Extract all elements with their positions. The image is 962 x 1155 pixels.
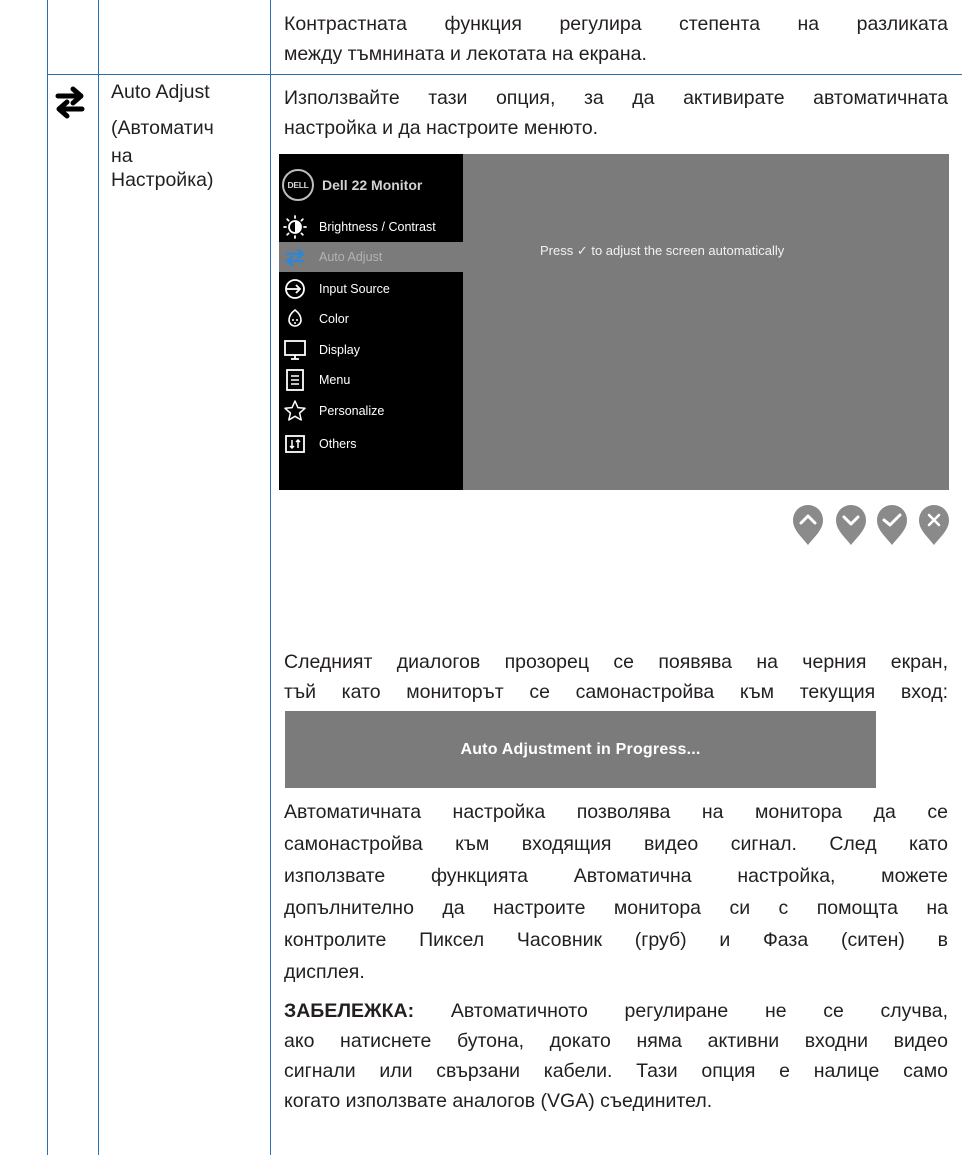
feature-name-auto-adjust: Auto Adjust (Автоматич на Настройка) (111, 77, 251, 195)
contrast-description-line-1: Контрастната функция регулира степента н… (284, 13, 948, 35)
osd-item-label: Color (319, 312, 349, 326)
feature-name-line: Auto Adjust (111, 81, 210, 103)
display-icon (284, 340, 306, 360)
body-line: самонастройва към входящия видео сигнал.… (284, 833, 948, 855)
menu-icon (286, 369, 304, 391)
osd-item-label: Input Source (319, 282, 390, 296)
dialog-intro-line-1: Следният диалогов прозорец се появява на… (284, 651, 948, 673)
note-line: сигнали или свързани кабели. Тази опция … (284, 1060, 948, 1082)
osd-item-input-source[interactable]: Input Source (279, 274, 463, 304)
osd-item-color[interactable]: Color (279, 304, 463, 334)
feature-name-line: (Автоматич (111, 117, 214, 139)
color-icon (288, 308, 302, 327)
brightness-icon (283, 215, 307, 239)
table-row-divider (47, 74, 962, 75)
osd-item-auto-adjust[interactable]: Auto Adjust (279, 242, 463, 272)
body-line: дисплея. (284, 961, 365, 983)
close-icon[interactable] (916, 502, 952, 546)
osd-item-display[interactable]: Display (279, 335, 463, 365)
auto-adjust-progress-dialog: Auto Adjustment in Progress... (285, 711, 876, 788)
body-line: контролите Пиксел Часовник (груб) и Фаза… (284, 929, 948, 951)
osd-item-label: Display (319, 343, 360, 357)
body-line: допълнително да настроите монитора си с … (284, 897, 948, 919)
osd-screenshot: DELL Dell 22 Monitor Brightness / Contra… (279, 154, 949, 490)
osd-item-personalize[interactable]: Personalize (279, 396, 463, 426)
dell-logo: DELL (282, 169, 314, 201)
table-border-left (47, 0, 48, 1155)
contrast-description-line-2: между тъмнината и лекотата на екрана. (284, 43, 647, 65)
auto-adjust-arrows-icon (55, 86, 85, 119)
osd-item-brightness-contrast[interactable]: Brightness / Contrast (279, 212, 463, 242)
osd-instruction-message: Press ✓ to adjust the screen automatical… (540, 243, 785, 258)
intro-line-1: Използвайте тази опция, за да активирате… (284, 87, 948, 109)
osd-title: Dell 22 Monitor (322, 177, 423, 193)
note-line: когато използвате аналогов (VGA) съедини… (284, 1090, 713, 1112)
osd-item-label: Personalize (319, 404, 385, 418)
star-icon (284, 400, 306, 421)
auto-adjust-icon (285, 248, 305, 267)
osd-item-label: Brightness / Contrast (319, 220, 436, 234)
input-source-icon (285, 279, 305, 299)
table-border-col2 (98, 0, 99, 1155)
note-label: ЗАБЕЛЕЖКА: (284, 1000, 415, 1022)
dialog-intro-line-2: тъй като мониторът се самонастройва към … (284, 681, 948, 703)
osd-header: DELL Dell 22 Monitor (282, 168, 422, 202)
osd-item-others[interactable]: Others (279, 429, 463, 459)
osd-item-label: Others (319, 437, 357, 451)
note-line: ако натиснете бутона, докато няма активн… (284, 1030, 948, 1052)
body-line: Автоматичната настройка позволява на мон… (284, 801, 948, 823)
osd-item-label: Menu (319, 373, 351, 387)
note-text: Автоматичното регулиране не се случва, (414, 1000, 948, 1022)
others-icon (285, 435, 305, 453)
osd-item-menu[interactable]: Menu (279, 365, 463, 395)
table-border-col3 (270, 0, 271, 1155)
down-icon[interactable] (833, 502, 869, 546)
intro-line-2: настройка и да настроите менюто. (284, 117, 599, 139)
body-line: използвате функцията Автоматична настрой… (284, 865, 948, 887)
osd-item-label: Auto Adjust (319, 250, 383, 264)
check-icon[interactable] (874, 502, 910, 546)
note-line-1: ЗАБЕЛЕЖКА: Автоматичното регулиране не с… (284, 996, 948, 1026)
osd-menu-panel: DELL Dell 22 Monitor Brightness / Contra… (279, 154, 463, 490)
feature-name-line: Настройка) (111, 169, 214, 191)
up-icon[interactable] (790, 502, 826, 546)
